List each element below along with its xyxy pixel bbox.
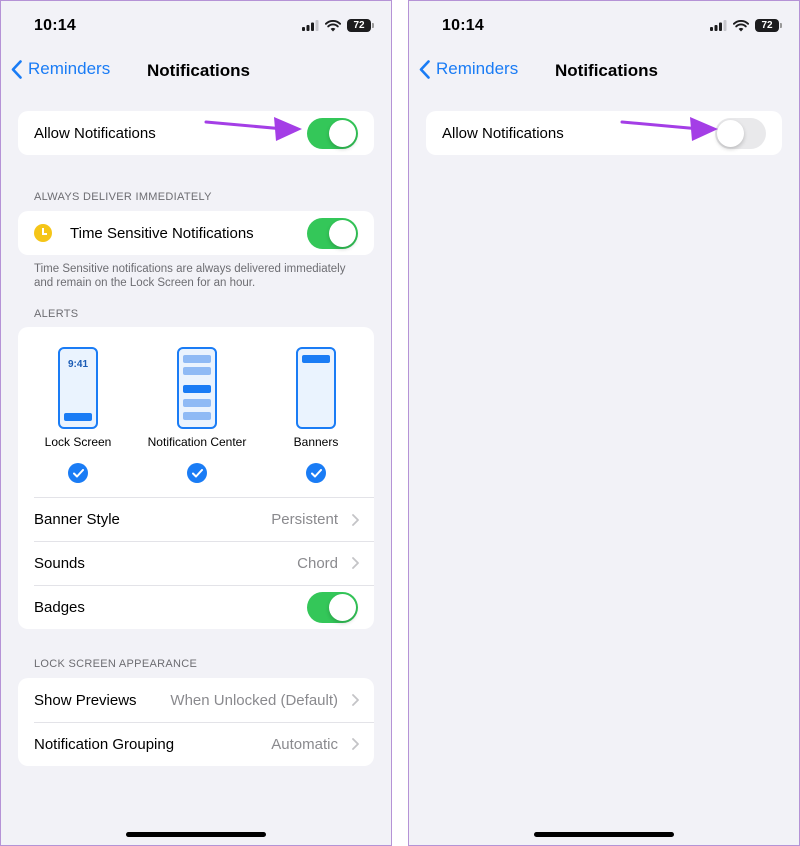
banner-style-value: Persistent bbox=[271, 511, 338, 528]
alerts-header: ALERTS bbox=[34, 308, 79, 320]
status-time: 10:14 bbox=[34, 17, 76, 34]
checkmark-icon bbox=[306, 463, 326, 483]
page-title: Notifications bbox=[555, 61, 658, 80]
status-time: 10:14 bbox=[442, 17, 484, 34]
annotation-arrow bbox=[620, 117, 718, 141]
banners-icon bbox=[296, 347, 336, 429]
allow-notifications-row: Allow Notifications bbox=[18, 111, 374, 155]
battery-level: 72 bbox=[353, 20, 365, 31]
show-previews-row[interactable]: Show Previews When Unlocked (Default) bbox=[18, 678, 374, 722]
checkmark-icon bbox=[187, 463, 207, 483]
chevron-right-icon bbox=[352, 738, 359, 750]
back-button[interactable]: Reminders bbox=[11, 59, 110, 79]
notification-center-label: Notification Center bbox=[147, 435, 247, 449]
signal-icon bbox=[302, 20, 319, 31]
alert-options: 9:41 Lock Screen Notification Center Ban… bbox=[18, 327, 374, 497]
always-deliver-header: ALWAYS DELIVER IMMEDIATELY bbox=[34, 191, 212, 203]
chevron-right-icon bbox=[352, 694, 359, 706]
time-sensitive-toggle[interactable] bbox=[307, 218, 358, 249]
status-bar: 10:14 72 bbox=[409, 15, 799, 39]
lock-screen-label: Lock Screen bbox=[44, 435, 112, 449]
back-chevron-icon bbox=[11, 59, 22, 79]
banner-style-label: Banner Style bbox=[34, 511, 120, 528]
allow-notifications-row: Allow Notifications bbox=[426, 111, 782, 155]
notification-grouping-row[interactable]: Notification Grouping Automatic bbox=[18, 722, 374, 766]
alerts-group: 9:41 Lock Screen Notification Center Ban… bbox=[18, 327, 374, 629]
home-indicator bbox=[534, 832, 674, 837]
clock-icon bbox=[34, 224, 52, 242]
badges-row: Badges bbox=[18, 585, 374, 629]
lock-screen-icon: 9:41 bbox=[58, 347, 98, 429]
sounds-row[interactable]: Sounds Chord bbox=[18, 541, 374, 585]
time-sensitive-row: Time Sensitive Notifications bbox=[18, 211, 374, 255]
allow-notifications-toggle[interactable] bbox=[715, 118, 766, 149]
chevron-right-icon bbox=[352, 514, 359, 526]
allow-notifications-label: Allow Notifications bbox=[442, 124, 564, 142]
checkmark-icon bbox=[68, 463, 88, 483]
battery-icon: 72 bbox=[347, 19, 374, 32]
annotation-arrow bbox=[204, 117, 302, 141]
allow-notifications-group: Allow Notifications bbox=[426, 111, 782, 155]
back-label: Reminders bbox=[436, 59, 519, 78]
notification-grouping-label: Notification Grouping bbox=[34, 735, 175, 753]
badges-label: Badges bbox=[34, 598, 85, 616]
wifi-icon bbox=[733, 19, 749, 31]
alert-option-banners[interactable]: Banners bbox=[256, 327, 374, 483]
notification-center-icon bbox=[177, 347, 217, 429]
banners-label: Banners bbox=[293, 435, 339, 449]
notification-grouping-value: Automatic bbox=[271, 735, 338, 753]
phone-screen-right: 10:14 72 Reminders Notifications Allow N… bbox=[408, 0, 800, 846]
time-sensitive-footnote: Time Sensitive notifications are always … bbox=[34, 263, 346, 289]
nav-bar: Reminders Notifications bbox=[409, 57, 799, 87]
alert-option-lock-screen[interactable]: 9:41 Lock Screen bbox=[18, 327, 138, 483]
back-chevron-icon bbox=[419, 59, 430, 79]
back-label: Reminders bbox=[28, 59, 111, 78]
allow-notifications-label: Allow Notifications bbox=[34, 124, 156, 142]
wifi-icon bbox=[325, 19, 341, 31]
lock-screen-mini-time: 9:41 bbox=[67, 359, 88, 370]
page-title: Notifications bbox=[147, 61, 250, 80]
badges-toggle[interactable] bbox=[307, 592, 358, 623]
lock-screen-appearance-group: Show Previews When Unlocked (Default) No… bbox=[18, 678, 374, 766]
status-bar: 10:14 72 bbox=[1, 15, 391, 39]
sounds-value: Chord bbox=[297, 554, 338, 572]
battery-icon: 72 bbox=[755, 19, 782, 32]
time-sensitive-group: Time Sensitive Notifications bbox=[18, 211, 374, 255]
allow-notifications-group: Allow Notifications bbox=[18, 111, 374, 155]
banner-style-row[interactable]: Banner Style Persistent bbox=[34, 497, 374, 541]
phone-screen-left: 10:14 72 Reminders Notifications Allow N bbox=[0, 0, 392, 846]
lock-screen-appearance-header: LOCK SCREEN APPEARANCE bbox=[34, 658, 198, 670]
alert-option-notification-center[interactable]: Notification Center bbox=[137, 327, 257, 483]
nav-bar: Reminders Notifications bbox=[1, 57, 391, 87]
home-indicator bbox=[126, 832, 266, 837]
sounds-label: Sounds bbox=[34, 554, 85, 572]
show-previews-value: When Unlocked (Default) bbox=[170, 691, 338, 709]
time-sensitive-label: Time Sensitive Notifications bbox=[70, 224, 254, 242]
allow-notifications-toggle[interactable] bbox=[307, 118, 358, 149]
show-previews-label: Show Previews bbox=[34, 691, 137, 709]
chevron-right-icon bbox=[352, 557, 359, 569]
signal-icon bbox=[710, 20, 727, 31]
battery-level: 72 bbox=[761, 20, 773, 31]
back-button[interactable]: Reminders bbox=[419, 59, 518, 79]
